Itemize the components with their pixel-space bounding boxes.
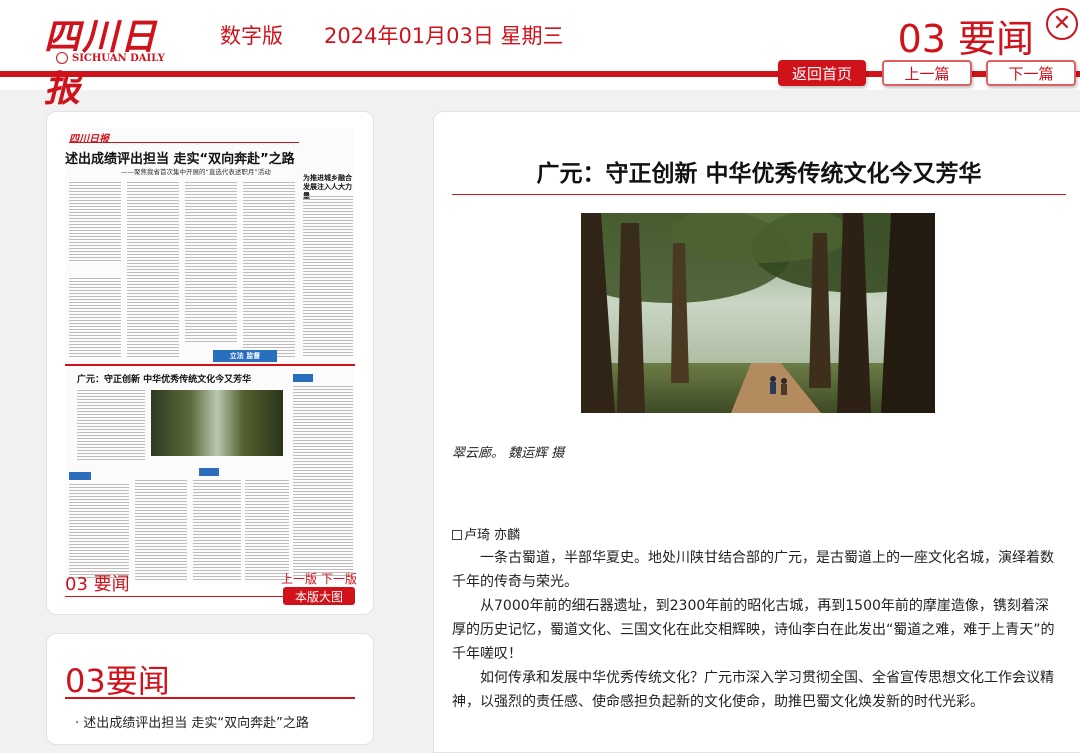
thumbnail-text-column (135, 480, 187, 580)
thumbnail-text-column (127, 182, 179, 358)
article-paragraph: 从7000年前的细石器遗址，到2300年前的昭化古城，再到1500年前的摩崖造像… (452, 598, 1055, 662)
close-icon: ✕ (1052, 11, 1072, 36)
page-switcher: 上一版 下一版 (281, 570, 357, 587)
thumbnail-text-column (245, 480, 289, 580)
full-page-image-button[interactable]: 本版大图 (283, 587, 355, 605)
article-photo[interactable] (581, 213, 935, 413)
logo[interactable]: 四川日报 SICHUAN DAILY (44, 8, 194, 110)
article-panel: 广元：守正创新 中华优秀传统文化今又芳华 翠云廊。 魏运辉 摄 卢琦 亦麟 一条… (433, 111, 1080, 753)
thumbnail-text-column (69, 278, 121, 358)
byline-box-icon (452, 530, 462, 540)
thumbnail-mid-rule (65, 364, 355, 366)
thumbnail-page-label: 03 要闻 (65, 574, 130, 595)
page-article-list: 03要闻 · 述出成绩评出担当 走实“双向奔赴”之路 (46, 633, 374, 745)
list-rule (65, 697, 355, 699)
page-label: 03 要闻 (897, 17, 1034, 61)
thumbnail-text-column (77, 390, 145, 460)
byline-authors: 卢琦 亦麟 (464, 528, 521, 543)
prev-article-button[interactable]: 上一篇 (882, 60, 972, 86)
thumbnail-section-tag (199, 468, 219, 476)
thumbnail-photo (151, 390, 283, 456)
home-button[interactable]: 返回首页 (778, 60, 866, 86)
article-paragraph: 一条古蜀道，半部华夏史。地处川陕甘结合部的广元，是古蜀道上的一座文化名城，演绎着… (452, 550, 1054, 590)
emblem-icon (56, 52, 68, 64)
page-thumbnail-card: 四川日报 述出成绩评出担当 走实“双向奔赴”之路 ——聚焦我省首次集中开展的“直… (46, 111, 374, 615)
header: 四川日报 SICHUAN DAILY 数字版 2024年01月03日 星期三 0… (0, 0, 1080, 110)
thumbnail-text-column (243, 182, 295, 358)
thumbnail-text-column (69, 484, 129, 580)
prev-page-link[interactable]: 上一版 (281, 570, 317, 587)
article-title: 广元：守正创新 中华优秀传统文化今又芳华 (536, 161, 982, 187)
list-title: 03要闻 (65, 662, 170, 700)
close-button[interactable]: ✕ (1046, 8, 1078, 40)
logo-subtitle: SICHUAN DAILY (56, 52, 165, 64)
thumbnail-headline-mid[interactable]: 广元：守正创新 中华优秀传统文化今又芳华 (77, 372, 251, 385)
logo-sub-text: SICHUAN DAILY (72, 52, 165, 64)
thumbnail-text-column (69, 182, 121, 262)
thumbnail-subheadline: ——聚焦我省首次集中开展的“直选代表述职月”活动 (121, 168, 271, 176)
thumbnail-text-column (193, 480, 241, 580)
photo-caption: 翠云廊。 魏运辉 摄 (452, 446, 565, 461)
thumbnail-section-tag (293, 374, 313, 382)
article-paragraph: 如何传承和发展中华优秀传统文化？广元市深入学习贯彻全国、全省宣传思想文化工作会议… (452, 670, 1054, 710)
next-article-button[interactable]: 下一篇 (986, 60, 1076, 86)
next-page-link[interactable]: 下一版 (321, 570, 357, 587)
forest-path-photo (581, 213, 935, 413)
byline: 卢琦 亦麟 (452, 524, 520, 543)
thumbnail-badge: 立法 监督 (213, 350, 277, 362)
article-title-rule (452, 194, 1066, 195)
thumbnail-section-tag (69, 472, 91, 480)
thumbnail-text-column (293, 386, 353, 576)
thumbnail-rule (69, 142, 299, 143)
edition-label: 数字版 (220, 24, 283, 48)
page-thumbnail[interactable]: 四川日报 述出成绩评出担当 走实“双向奔赴”之路 ——聚焦我省首次集中开展的“直… (65, 128, 355, 583)
thumbnail-headline-top[interactable]: 述出成绩评出担当 走实“双向奔赴”之路 (65, 148, 305, 167)
thumbnail-text-column (185, 182, 237, 342)
list-item[interactable]: · 述出成绩评出担当 走实“双向奔赴”之路 (75, 712, 309, 731)
issue-date: 2024年01月03日 星期三 (324, 24, 564, 48)
thumbnail-text-column (303, 196, 353, 358)
